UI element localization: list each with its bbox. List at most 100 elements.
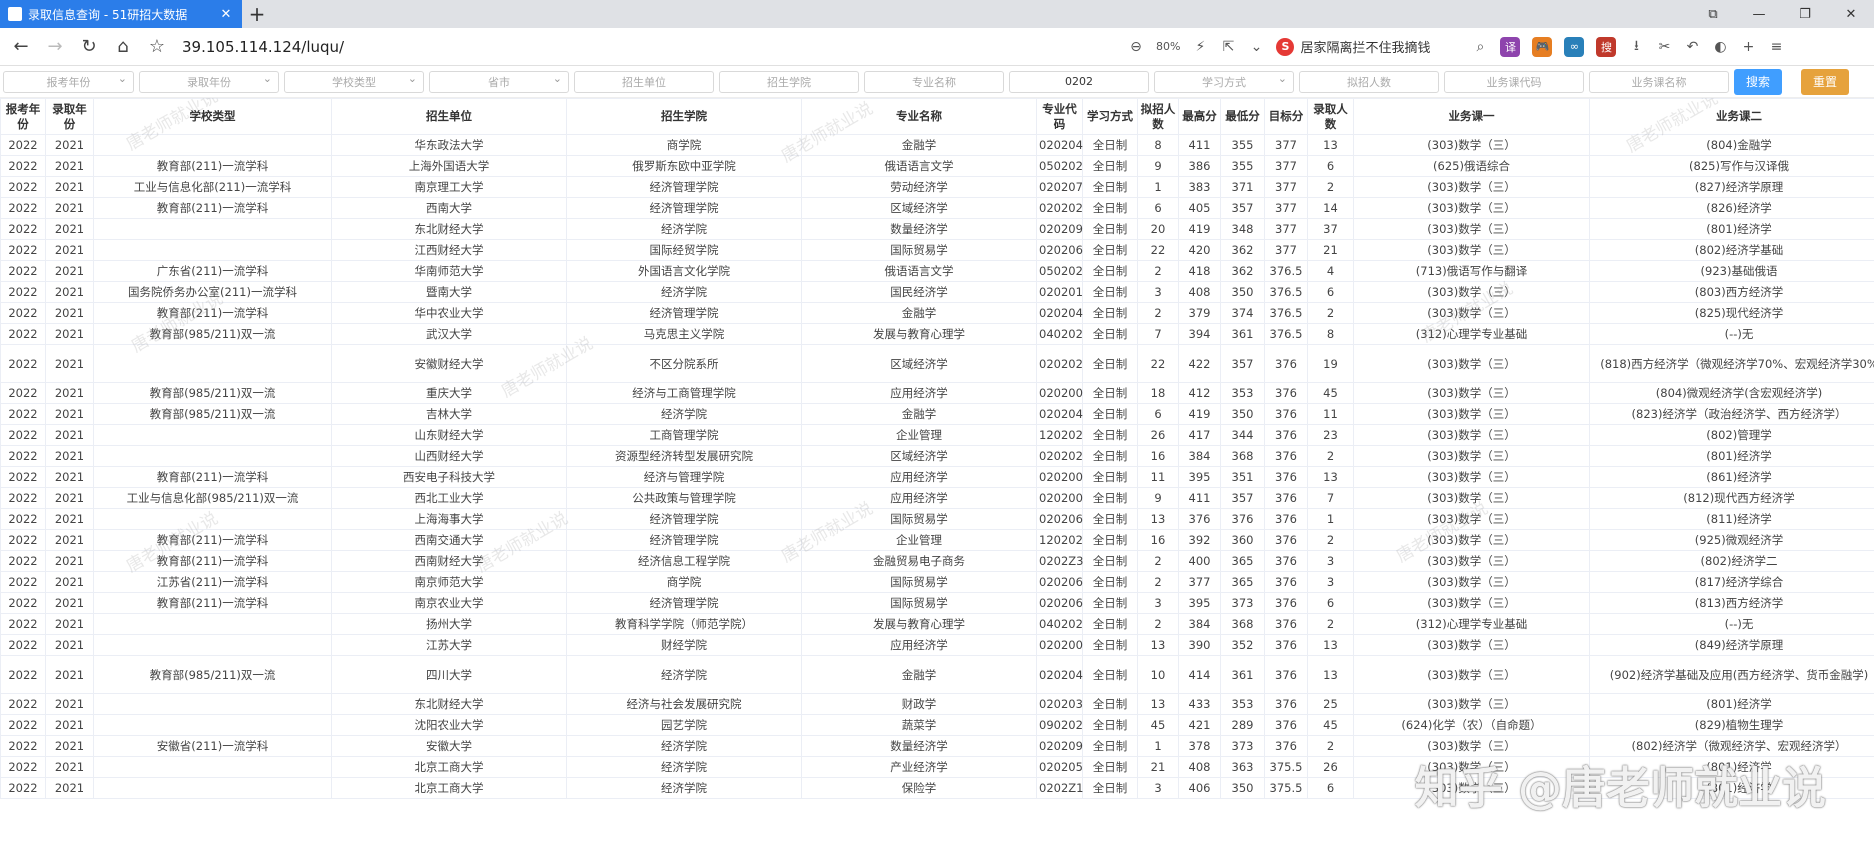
window-controls: ⧉ — ❐ ✕ — [1690, 0, 1874, 28]
download-icon[interactable]: ⭳ — [1622, 32, 1650, 62]
table-cell: 2021 — [45, 260, 94, 282]
table-row[interactable]: 2022 2021 教育部(211)一流学科 南京农业大学 经济管理学院 国际贸易学 020… — [0, 592, 1874, 614]
table-row[interactable]: 2022 2021 教育部(211)一流学科 华中农业大学 经济管理学院 金融学 02020… — [0, 302, 1874, 324]
bookmark-star-icon[interactable]: ☆ — [140, 32, 174, 62]
table-row[interactable]: 2022 2021 安徽财经大学 不区分院系所 区域经济学 020202 全日制 22 422 3… — [0, 344, 1874, 383]
infinity-extension-icon[interactable]: ∞ — [1564, 36, 1585, 57]
table-cell: 357 — [1220, 344, 1265, 383]
table-cell: 11 — [1307, 403, 1354, 425]
table-cell: 344 — [1220, 424, 1265, 446]
table-cell: 2022 — [0, 550, 46, 572]
table-cell: 365 — [1220, 550, 1265, 572]
forward-button[interactable]: → — [38, 32, 72, 62]
tab-close-icon[interactable]: ✕ — [218, 7, 234, 22]
menu-icon[interactable]: ≡ — [1762, 32, 1790, 62]
plus-icon[interactable]: + — [1734, 32, 1762, 62]
filter-admit-year[interactable]: 录取年份 — [139, 70, 279, 93]
home-button[interactable]: ⌂ — [106, 32, 140, 62]
table-row[interactable]: 2022 2021 教育部(985/211)双一流 吉林大学 经济学院 金融学 020204… — [0, 403, 1874, 425]
table-cell: 7 — [1137, 323, 1179, 345]
table-row[interactable]: 2022 2021 工业与信息化部(985/211)双一流 西北工业大学 公共政策与管理… — [0, 487, 1874, 509]
table-row[interactable]: 2022 2021 教育部(211)一流学科 西南交通大学 经济管理学院 企业管理 1202… — [0, 529, 1874, 551]
table-row[interactable]: 2022 2021 扬州大学 教育科学学院（师范学院） 发展与教育心理学 040202 全日… — [0, 613, 1874, 635]
filter-college-input[interactable]: 招生学院 — [719, 70, 859, 93]
table-cell: 2021 — [45, 424, 94, 446]
table-row[interactable]: 2022 2021 华东政法大学 商学院 金融学 020204 全日制 8 411 355 377 1… — [0, 134, 1874, 156]
undo-icon[interactable]: ↶ — [1678, 32, 1706, 62]
filter-plan-count-input[interactable]: 拟招人数 — [1299, 70, 1439, 93]
table-cell: 2021 — [45, 466, 94, 488]
search-engine-logo-icon[interactable]: S — [1276, 37, 1295, 56]
filter-unit-input[interactable]: 招生单位 — [574, 70, 714, 93]
table-cell: (303)数学（三） — [1353, 445, 1590, 467]
table-cell: (802)经济学二 — [1589, 550, 1874, 572]
back-button[interactable]: ← — [4, 32, 38, 62]
scissors-icon[interactable]: ✂ — [1650, 32, 1678, 62]
filter-province[interactable]: 省市 — [429, 70, 569, 93]
table-row[interactable]: 2022 2021 教育部(985/211)双一流 四川大学 经济学院 金融学 020204… — [0, 655, 1874, 694]
reset-button[interactable]: 重置 — [1801, 68, 1849, 95]
maximize-button[interactable]: ❐ — [1782, 0, 1828, 28]
table-cell: 2021 — [45, 756, 94, 778]
game-extension-icon[interactable]: 🎮 — [1532, 36, 1553, 57]
table-cell: 安徽大学 — [331, 735, 567, 757]
filter-school-type[interactable]: 学校类型 — [284, 70, 424, 93]
share-icon[interactable]: ⇱ — [1214, 32, 1242, 62]
table-row[interactable]: 2022 2021 教育部(211)一流学科 上海外国语大学 俄罗斯东欧中亚学院 俄语语言… — [0, 155, 1874, 177]
zoom-icon[interactable]: ⊖ — [1122, 32, 1150, 62]
table-row[interactable]: 2022 2021 工业与信息化部(211)一流学科 南京理工大学 经济管理学院 劳动经济… — [0, 176, 1874, 198]
table-cell: 090202 — [1036, 714, 1083, 736]
table-cell: (303)数学（三） — [1353, 176, 1590, 198]
table-row[interactable]: 2022 2021 江苏省(211)一流学科 南京师范大学 商学院 国际贸易学 020206… — [0, 571, 1874, 593]
filter-major-code-input[interactable]: 0202 — [1009, 70, 1149, 93]
table-cell: 020207 — [1036, 176, 1083, 198]
night-mode-icon[interactable]: ◐ — [1706, 32, 1734, 62]
table-cell — [93, 714, 332, 736]
search-suggestion-text[interactable]: 居家隔离拦不住我摘钱 — [1300, 37, 1460, 56]
filter-apply-year[interactable]: 报考年份 — [3, 70, 134, 93]
table-cell: 应用经济学 — [801, 466, 1037, 488]
flash-icon[interactable]: ⚡ — [1186, 32, 1214, 62]
filter-major-name-input[interactable]: 专业名称 — [864, 70, 1004, 93]
url-input[interactable]: 39.105.114.124/luqu/ — [182, 38, 1122, 56]
search-extension-icon[interactable]: 搜 — [1596, 36, 1617, 57]
tab-active[interactable]: 录取信息查询 - 51研招大数据 ✕ — [0, 0, 242, 28]
table-row[interactable]: 2022 2021 江苏大学 财经学院 应用经济学 020200 全日制 13 390 352 37… — [0, 634, 1874, 656]
table-cell: 405 — [1178, 197, 1221, 219]
table-cell: 020200 — [1036, 487, 1083, 509]
table-cell: 376 — [1264, 424, 1308, 446]
filter-course-name-input[interactable]: 业务课名称 — [1589, 70, 1729, 93]
table-row[interactable]: 2022 2021 江西财经大学 国际经贸学院 国际贸易学 020206 全日制 22 420 3… — [0, 239, 1874, 261]
search-button[interactable]: 搜索 — [1734, 68, 1782, 95]
restore-tabs-icon[interactable]: ⧉ — [1690, 0, 1736, 28]
minimize-button[interactable]: — — [1736, 0, 1782, 28]
new-tab-button[interactable]: + — [242, 0, 272, 28]
table-row[interactable]: 2022 2021 东北财经大学 经济学院 数量经济学 020209 全日制 20 419 348… — [0, 218, 1874, 240]
table-cell: 020204 — [1036, 403, 1083, 425]
table-row[interactable]: 2022 2021 山东财经大学 工商管理学院 企业管理 120202 全日制 26 417 34… — [0, 424, 1874, 446]
table-row[interactable]: 2022 2021 国务院侨务办公室(211)一流学科 暨南大学 经济学院 国民经济学 02… — [0, 281, 1874, 303]
table-row[interactable]: 2022 2021 教育部(211)一流学科 西南财经大学 经济信息工程学院 金融贸易电子… — [0, 550, 1874, 572]
translate-extension-icon[interactable]: 译 — [1500, 36, 1521, 57]
table-row[interactable]: 2022 2021 教育部(985/211)双一流 重庆大学 经济与工商管理学院 应用经济… — [0, 382, 1874, 404]
table-cell: 2022 — [0, 445, 46, 467]
table-row[interactable]: 2022 2021 东北财经大学 经济与社会发展研究院 财政学 020203 全日制 13 43… — [0, 693, 1874, 715]
table-cell: 376 — [1220, 508, 1265, 530]
table-row[interactable]: 2022 2021 教育部(985/211)双一流 武汉大学 马克思主义学院 发展与教育心… — [0, 323, 1874, 345]
table-cell: 357 — [1220, 197, 1265, 219]
search-box[interactable]: S 居家隔离拦不住我摘钱 — [1276, 37, 1460, 56]
search-icon[interactable]: ⌕ — [1466, 32, 1494, 62]
close-window-button[interactable]: ✕ — [1828, 0, 1874, 28]
table-row[interactable]: 2022 2021 沈阳农业大学 园艺学院 蔬菜学 090202 全日制 45 421 289 37… — [0, 714, 1874, 736]
table-row[interactable]: 2022 2021 山西财经大学 资源型经济转型发展研究院 区域经济学 020202 全日制… — [0, 445, 1874, 467]
table-cell: 四川大学 — [331, 655, 567, 694]
table-row[interactable]: 2022 2021 上海海事大学 经济管理学院 国际贸易学 020206 全日制 13 376 3… — [0, 508, 1874, 530]
filter-study-mode[interactable]: 学习方式 — [1154, 70, 1294, 93]
table-row[interactable]: 2022 2021 教育部(211)一流学科 西安电子科技大学 经济与管理学院 应用经济学… — [0, 466, 1874, 488]
table-row[interactable]: 2022 2021 教育部(211)一流学科 西南大学 经济管理学院 区域经济学 02020… — [0, 197, 1874, 219]
chevron-down-icon[interactable]: ⌄ — [1242, 32, 1270, 62]
filter-course-code-input[interactable]: 业务课代码 — [1444, 70, 1584, 93]
table-cell: 江西财经大学 — [331, 239, 567, 261]
reload-button[interactable]: ↻ — [72, 32, 106, 62]
table-row[interactable]: 2022 2021 广东省(211)一流学科 华南师范大学 外国语言文化学院 俄语语言文学… — [0, 260, 1874, 282]
